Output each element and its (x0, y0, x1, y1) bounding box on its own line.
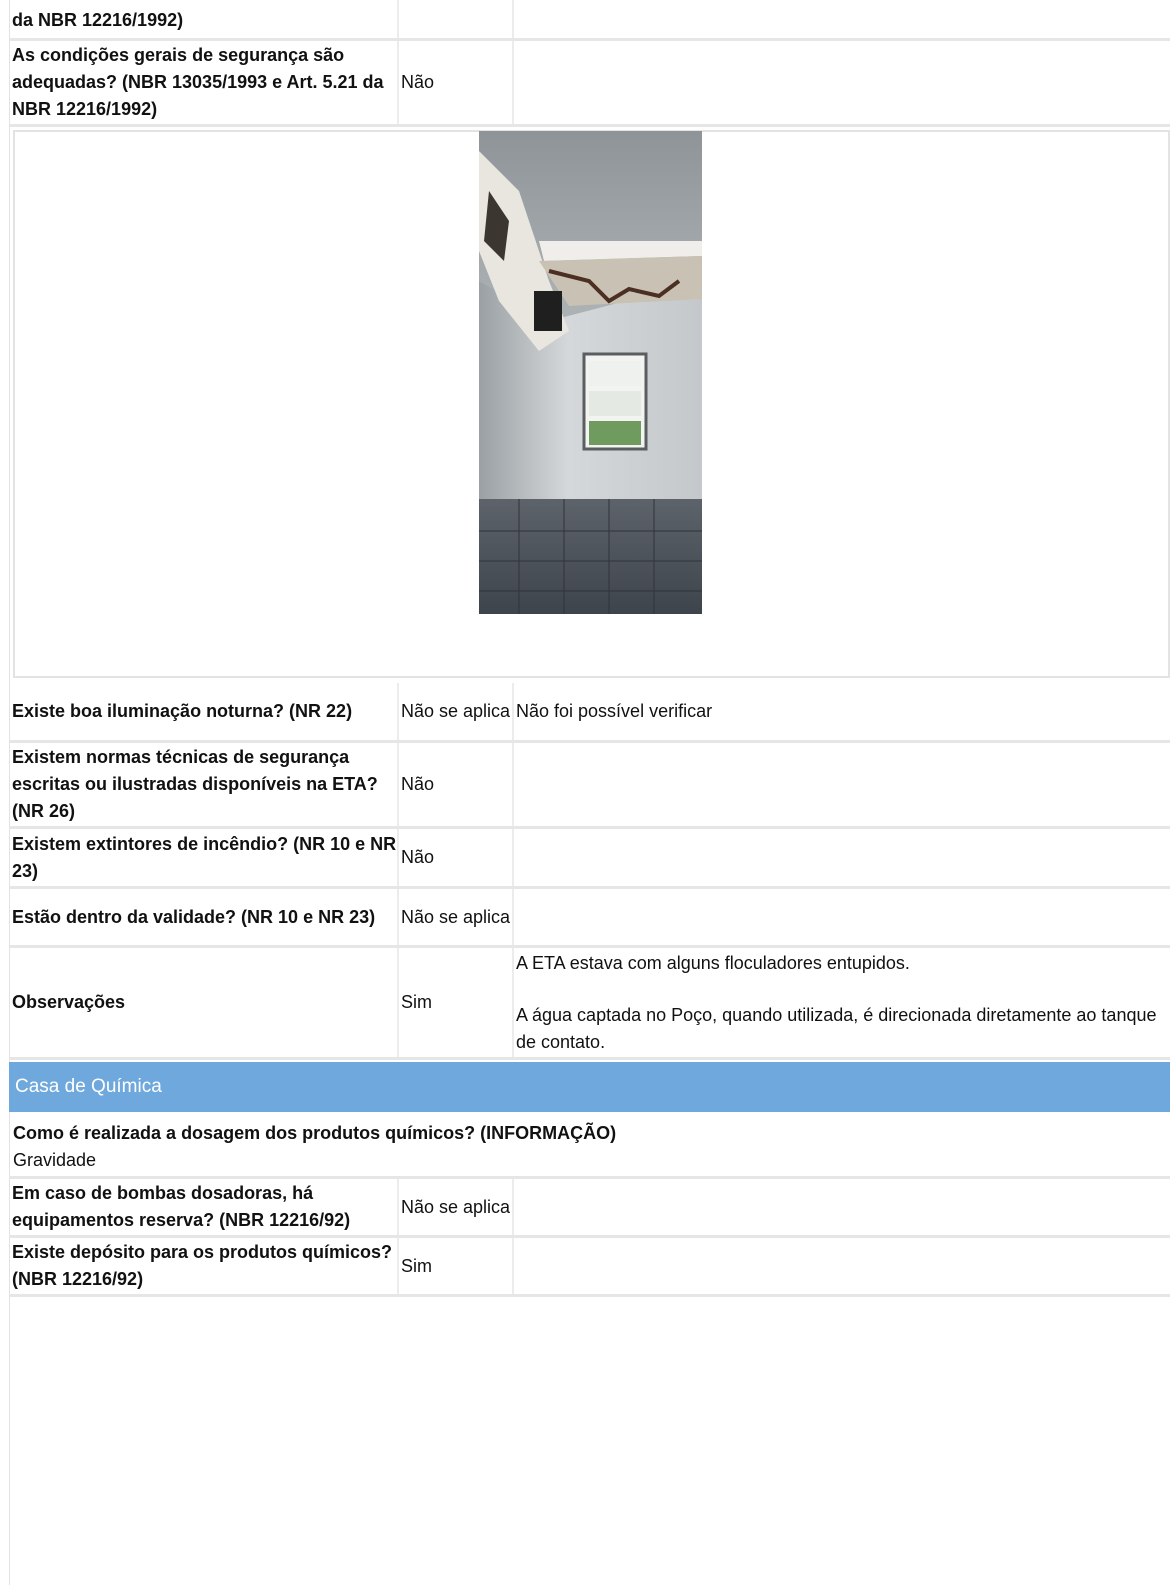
note-cell: Não foi possível verificar (512, 683, 1170, 740)
note-cell (512, 889, 1170, 945)
question-cell: Existe boa iluminação noturna? (NR 22) (12, 701, 353, 721)
table-row: Observações Sim A ETA estava com alguns … (9, 948, 1170, 1060)
answer-cell: Sim (397, 1238, 512, 1294)
table-row: As condições gerais de segurança são ade… (9, 41, 1170, 127)
answer-cell: Não se aplica (397, 1179, 512, 1235)
answer-cell: Sim (397, 948, 512, 1057)
question-cell: Existem normas técnicas de segurança esc… (12, 747, 378, 821)
question-cell: Observações (12, 992, 126, 1012)
note-cell (512, 1238, 1170, 1294)
question-cell: Existem extintores de incêndio? (NR 10 e… (12, 833, 397, 881)
answer-cell: Não se aplica (397, 889, 512, 945)
table-row: Existe boa iluminação noturna? (NR 22) N… (9, 683, 1170, 743)
inspection-report-page: da NBR 12216/1992) As condições gerais d… (9, 0, 1170, 1585)
question-cell: As condições gerais de segurança são ade… (12, 45, 384, 119)
answer-cell: Não (397, 829, 512, 886)
table-row: Estão dentro da validade? (NR 10 e NR 23… (9, 889, 1170, 948)
note-cell (512, 1179, 1170, 1235)
section-header: Casa de Química (9, 1062, 1170, 1112)
note-cell (512, 743, 1170, 826)
note-cell (512, 0, 1170, 38)
question-cell: Existe depósito para os produtos químico… (12, 1242, 393, 1289)
info-question: Como é realizada a dosagem dos produtos … (13, 1123, 617, 1143)
table-row: Existem extintores de incêndio? (NR 10 e… (9, 829, 1170, 889)
table-row: Existe depósito para os produtos químico… (9, 1238, 1170, 1297)
observation-line: A água captada no Poço, quando utilizada… (516, 1004, 1157, 1052)
inspection-photo (479, 131, 702, 614)
question-cell: Estão dentro da validade? (NR 10 e NR 23… (12, 906, 376, 927)
observation-line: A ETA estava com alguns floculadores ent… (516, 952, 910, 973)
note-cell (512, 829, 1170, 886)
note-cell: A ETA estava com alguns floculadores ent… (512, 948, 1170, 1057)
question-cell: da NBR 12216/1992) (12, 10, 184, 30)
table-row: da NBR 12216/1992) (9, 0, 1170, 41)
answer-cell (397, 0, 512, 38)
table-row: Existem normas técnicas de segurança esc… (9, 743, 1170, 829)
note-cell (512, 41, 1170, 124)
answer-cell: Não (397, 743, 512, 826)
info-answer: Gravidade (13, 1150, 97, 1170)
answer-cell: Não se aplica (397, 683, 512, 740)
table-row: Em caso de bombas dosadoras, há equipame… (9, 1179, 1170, 1238)
answer-cell: Não (397, 41, 512, 124)
question-cell: Em caso de bombas dosadoras, há equipame… (12, 1183, 351, 1230)
info-row: Como é realizada a dosagem dos produtos … (9, 1117, 1170, 1179)
